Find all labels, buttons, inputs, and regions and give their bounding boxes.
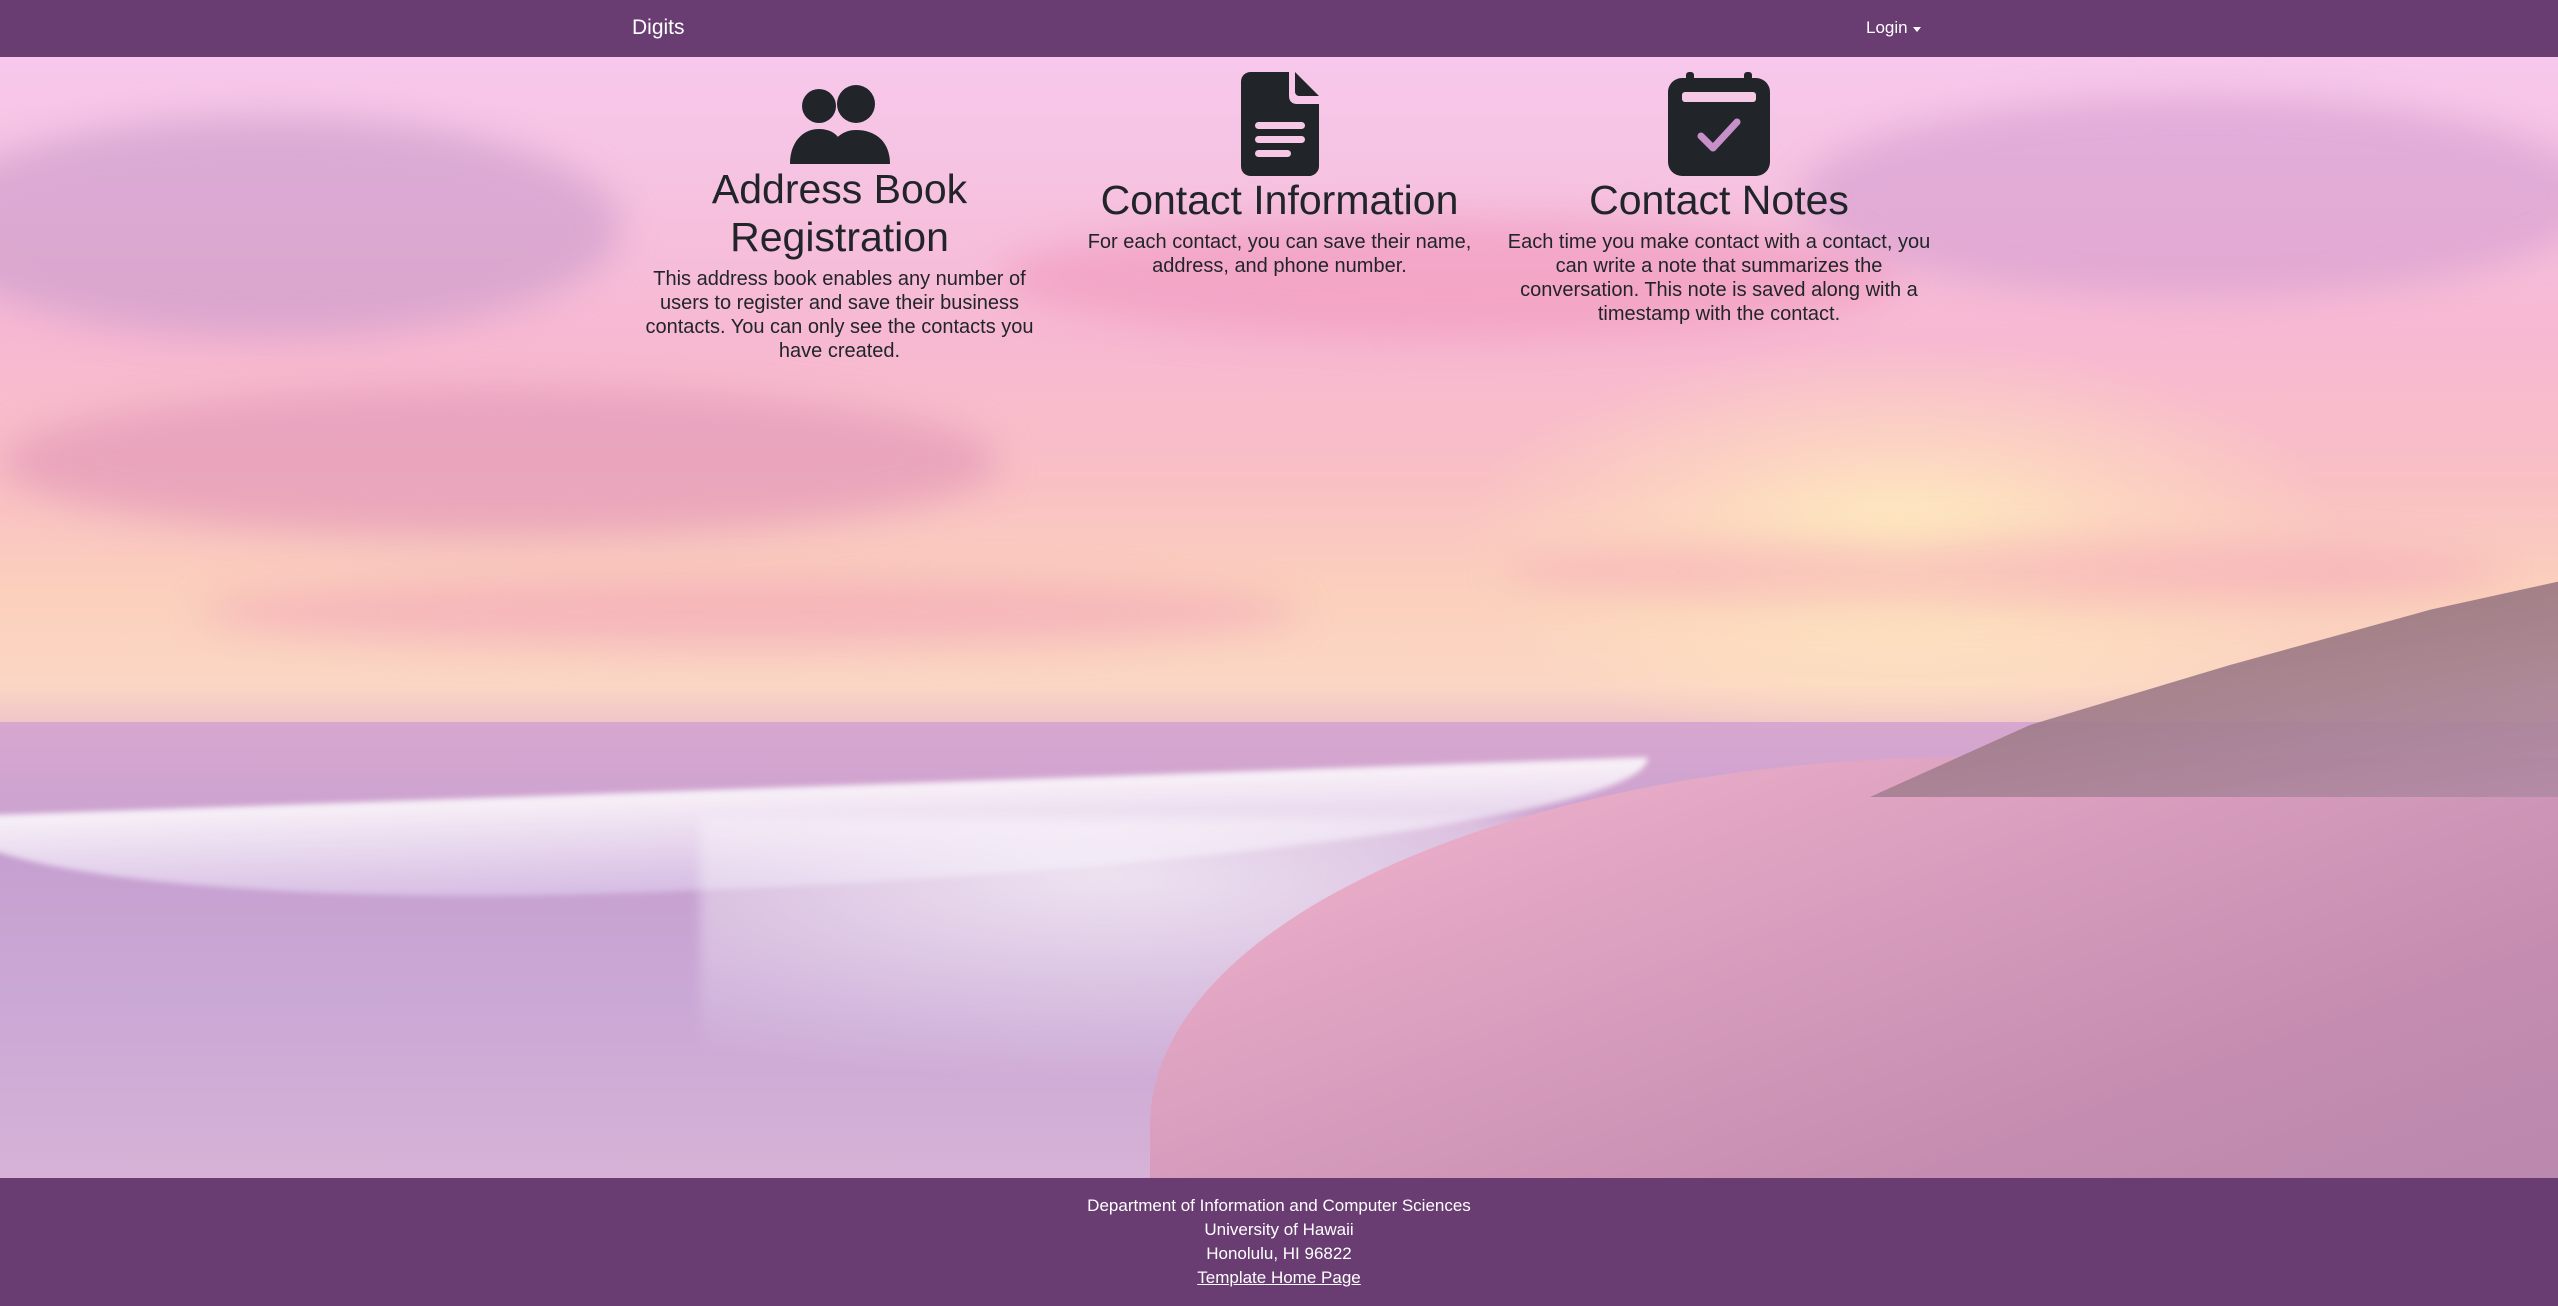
calendar-check-icon [1668,72,1770,176]
login-dropdown-toggle[interactable]: Login [1866,18,1921,38]
feature-title: Address Book Registration [711,166,968,260]
top-navbar: Digits Login [0,0,2558,57]
footer: Department of Information and Computer S… [0,1178,2558,1306]
feature-contact-information: Contact Information For each contact, yo… [1068,72,1491,278]
login-label: Login [1866,18,1908,37]
feature-contact-notes: Contact Notes Each time you make contact… [1505,72,1933,326]
feature-address-book: Address Book Registration This address b… [632,85,1047,363]
feature-title: Contact Notes [1589,177,1849,223]
users-icon [789,85,890,164]
feature-description: This address book enables any number of … [645,268,1034,362]
footer-university: University of Hawaii [1204,1220,1354,1239]
brand-link[interactable]: Digits [632,16,685,40]
caret-down-icon [1912,26,1921,32]
feature-description: Each time you make contact with a contac… [1507,231,1931,325]
footer-address: Honolulu, HI 96822 [1206,1244,1352,1263]
feature-description: For each contact, you can save their nam… [1087,231,1472,277]
file-document-icon [1240,72,1319,176]
feature-title: Contact Information [1100,177,1459,223]
template-home-page-link[interactable]: Template Home Page [1197,1268,1360,1287]
footer-department: Department of Information and Computer S… [1087,1196,1471,1215]
